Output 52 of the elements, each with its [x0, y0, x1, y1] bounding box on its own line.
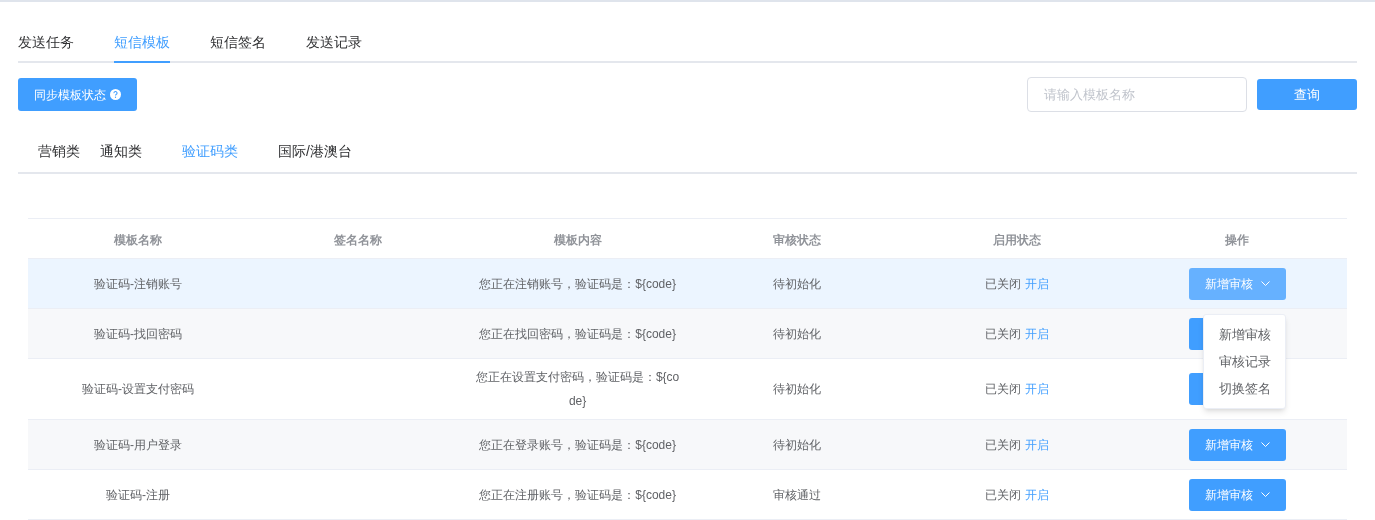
- template-content: 您正在注销账号，验证码是：${code}: [478, 275, 677, 293]
- template-name: 验证码-注销账号: [93, 275, 182, 293]
- tab[interactable]: 短信签名: [210, 23, 266, 63]
- enable-link[interactable]: 开启: [1025, 380, 1050, 398]
- category-tab[interactable]: 国际/港澳台: [278, 141, 352, 162]
- enable-link[interactable]: 开启: [1025, 274, 1050, 293]
- template-content: 您正在设置支付密码，验证码是：${code}: [474, 369, 681, 410]
- chevron-down-icon: [1260, 280, 1270, 287]
- template-content: 您正在登录账号，验证码是：${code}: [478, 436, 677, 454]
- column-header: 操作: [1225, 232, 1250, 247]
- category-tab[interactable]: 通知类: [100, 141, 142, 162]
- enable-status: 已关闭: [985, 486, 1022, 504]
- sync-template-button[interactable]: 同步模板状态: [18, 78, 137, 111]
- column-header: 模板内容: [553, 232, 602, 247]
- template-name: 验证码-用户登录: [93, 436, 182, 454]
- column-header: 模板名称: [113, 232, 162, 247]
- add-review-button[interactable]: 新增审核: [1188, 478, 1286, 511]
- help-icon: [110, 89, 121, 100]
- review-status: 待初始化: [773, 381, 822, 398]
- add-review-button[interactable]: 新增审核: [1188, 428, 1286, 461]
- review-status: 待初始化: [773, 436, 822, 454]
- enable-status: 已关闭: [985, 325, 1022, 343]
- enable-status: 已关闭: [985, 275, 1022, 293]
- tab[interactable]: 发送记录: [306, 23, 362, 63]
- chevron-down-icon: [1260, 441, 1270, 448]
- template-content: 您正在注册账号，验证码是：${code}: [478, 486, 677, 504]
- chevron-down-icon: [1260, 491, 1270, 498]
- dropdown-item[interactable]: 新增审核: [1218, 320, 1271, 348]
- category-tab[interactable]: 验证码类: [182, 141, 238, 162]
- add-review-button[interactable]: 新增审核: [1188, 267, 1286, 300]
- template-name: 验证码-注册: [105, 486, 170, 504]
- template-name: 验证码-找回密码: [93, 325, 182, 343]
- column-header: 签名名称: [333, 232, 382, 247]
- review-status: 待初始化: [773, 275, 822, 293]
- dropdown-item[interactable]: 切换签名: [1218, 374, 1271, 402]
- column-header: 审核状态: [773, 232, 822, 247]
- enable-status: 已关闭: [985, 436, 1022, 454]
- template-name: 验证码-设置支付密码: [81, 381, 194, 398]
- category-tab[interactable]: 营销类: [38, 141, 80, 162]
- enable-link[interactable]: 开启: [1025, 485, 1050, 504]
- review-status: 待初始化: [773, 325, 822, 343]
- dropdown-item[interactable]: 审核记录: [1218, 347, 1271, 375]
- review-status: 审核通过: [773, 486, 822, 504]
- template-content: 您正在找回密码，验证码是：${code}: [478, 325, 677, 343]
- column-header: 启用状态: [993, 232, 1042, 247]
- enable-status: 已关闭: [985, 381, 1022, 398]
- tab[interactable]: 短信模板: [114, 23, 170, 63]
- template-name-search-field[interactable]: 请输入模板名称: [1027, 77, 1247, 112]
- enable-link[interactable]: 开启: [1025, 324, 1050, 343]
- query-button[interactable]: 查询: [1257, 79, 1357, 110]
- enable-link[interactable]: 开启: [1025, 435, 1050, 454]
- tab[interactable]: 发送任务: [18, 23, 74, 63]
